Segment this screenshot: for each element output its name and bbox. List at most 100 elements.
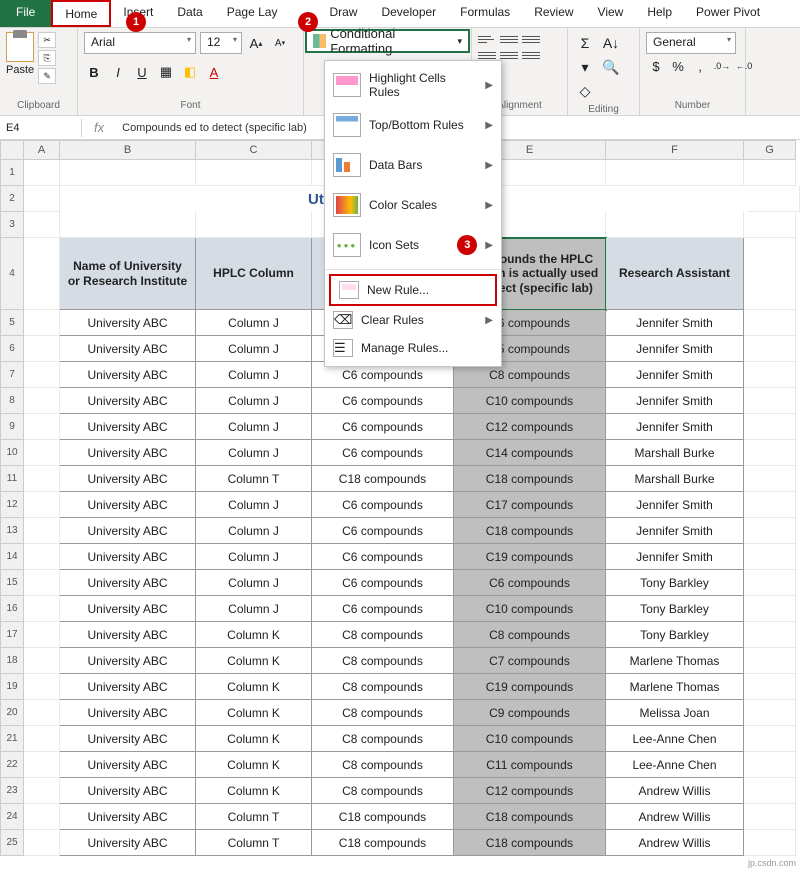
cell[interactable]: University ABC: [60, 362, 196, 388]
cell[interactable]: Jennifer Smith: [606, 414, 744, 440]
cell[interactable]: [744, 160, 796, 186]
tab-pagelayout[interactable]: Page Lay: [215, 0, 290, 27]
cell[interactable]: C8 compounds: [312, 726, 454, 752]
align-top-button[interactable]: [478, 32, 496, 46]
cell[interactable]: University ABC: [60, 778, 196, 804]
cell[interactable]: Jennifer Smith: [606, 492, 744, 518]
cell[interactable]: [744, 674, 796, 700]
cell[interactable]: [744, 596, 796, 622]
cell[interactable]: C6 compounds: [312, 596, 454, 622]
cell[interactable]: C10 compounds: [454, 596, 606, 622]
row-header[interactable]: 12: [0, 492, 24, 518]
copy-button[interactable]: ⎘: [38, 50, 56, 66]
cell[interactable]: Column J: [196, 492, 312, 518]
cell[interactable]: [24, 336, 60, 362]
cell[interactable]: Column T: [196, 466, 312, 492]
cell[interactable]: C6 compounds: [312, 518, 454, 544]
formatpainter-button[interactable]: ✎: [38, 68, 56, 84]
cell[interactable]: Column K: [196, 778, 312, 804]
cell[interactable]: [24, 804, 60, 830]
cell[interactable]: University ABC: [60, 440, 196, 466]
cell[interactable]: C12 compounds: [454, 778, 606, 804]
name-box[interactable]: E4: [0, 119, 82, 137]
number-format-select[interactable]: General: [646, 32, 736, 54]
cell[interactable]: [24, 674, 60, 700]
cell[interactable]: [24, 700, 60, 726]
cell[interactable]: [744, 570, 796, 596]
font-family-select[interactable]: Arial: [84, 32, 196, 54]
row-header[interactable]: 14: [0, 544, 24, 570]
cell[interactable]: C6 compounds: [312, 414, 454, 440]
cell[interactable]: [744, 752, 796, 778]
cell[interactable]: [744, 336, 796, 362]
cell[interactable]: [24, 466, 60, 492]
cell[interactable]: C6 compounds: [454, 570, 606, 596]
find-button[interactable]: 🔍: [600, 56, 622, 78]
cell[interactable]: [744, 778, 796, 804]
table-header[interactable]: HPLC Column: [196, 238, 312, 310]
cell[interactable]: Tony Barkley: [606, 596, 744, 622]
cell[interactable]: [744, 310, 796, 336]
row-header[interactable]: 9: [0, 414, 24, 440]
cell[interactable]: C6 compounds: [312, 440, 454, 466]
cell[interactable]: [24, 492, 60, 518]
cell[interactable]: University ABC: [60, 544, 196, 570]
cell[interactable]: Column J: [196, 544, 312, 570]
currency-button[interactable]: $: [646, 56, 666, 76]
cell[interactable]: Jennifer Smith: [606, 336, 744, 362]
row-header[interactable]: 13: [0, 518, 24, 544]
cell[interactable]: University ABC: [60, 752, 196, 778]
cell[interactable]: University ABC: [60, 466, 196, 492]
bold-button[interactable]: B: [84, 62, 104, 82]
cell[interactable]: Jennifer Smith: [606, 544, 744, 570]
tab-help[interactable]: Help: [635, 0, 684, 27]
conditional-formatting-button[interactable]: Conditional Formatting ▾: [306, 30, 469, 52]
cell[interactable]: Marshall Burke: [606, 440, 744, 466]
cell[interactable]: C18 compounds: [312, 466, 454, 492]
cell[interactable]: [744, 440, 796, 466]
row-header[interactable]: 5: [0, 310, 24, 336]
align-bottom-button[interactable]: [522, 32, 540, 46]
row-header[interactable]: 10: [0, 440, 24, 466]
tab-view[interactable]: View: [586, 0, 636, 27]
row-header[interactable]: 18: [0, 648, 24, 674]
cell[interactable]: [24, 596, 60, 622]
font-size-select[interactable]: 12: [200, 32, 242, 54]
row-header[interactable]: 20: [0, 700, 24, 726]
row-header[interactable]: 17: [0, 622, 24, 648]
cell[interactable]: C18 compounds: [454, 804, 606, 830]
cell[interactable]: [24, 648, 60, 674]
cell[interactable]: University ABC: [60, 518, 196, 544]
cell[interactable]: University ABC: [60, 804, 196, 830]
cell[interactable]: Jennifer Smith: [606, 362, 744, 388]
cell[interactable]: [24, 212, 60, 238]
cell[interactable]: Jennifer Smith: [606, 518, 744, 544]
col-header[interactable]: G: [744, 140, 796, 160]
cell[interactable]: [24, 544, 60, 570]
cell[interactable]: [24, 160, 60, 186]
cell[interactable]: Column J: [196, 336, 312, 362]
comma-button[interactable]: ,: [690, 56, 710, 76]
tab-review[interactable]: Review: [522, 0, 585, 27]
col-header[interactable]: F: [606, 140, 744, 160]
cell[interactable]: [744, 726, 796, 752]
paste-icon[interactable]: [6, 32, 34, 62]
cell[interactable]: Lee-Anne Chen: [606, 726, 744, 752]
cell[interactable]: Column K: [196, 726, 312, 752]
menu-color-scales[interactable]: Color Scales ▶: [325, 185, 501, 225]
cell[interactable]: [744, 830, 796, 856]
menu-clear-rules[interactable]: ⌫ Clear Rules ▶: [325, 306, 501, 334]
cell[interactable]: [744, 212, 796, 238]
cell[interactable]: Andrew Willis: [606, 778, 744, 804]
cell[interactable]: Column K: [196, 648, 312, 674]
cell[interactable]: [196, 160, 312, 186]
cell[interactable]: Tony Barkley: [606, 622, 744, 648]
decrease-decimal-button[interactable]: ←.0: [734, 56, 754, 76]
cell[interactable]: C17 compounds: [454, 492, 606, 518]
cell[interactable]: [24, 238, 60, 310]
cell[interactable]: Column J: [196, 310, 312, 336]
cell[interactable]: Andrew Willis: [606, 804, 744, 830]
align-middle-button[interactable]: [500, 32, 518, 46]
cell[interactable]: University ABC: [60, 570, 196, 596]
cell[interactable]: C6 compounds: [312, 570, 454, 596]
